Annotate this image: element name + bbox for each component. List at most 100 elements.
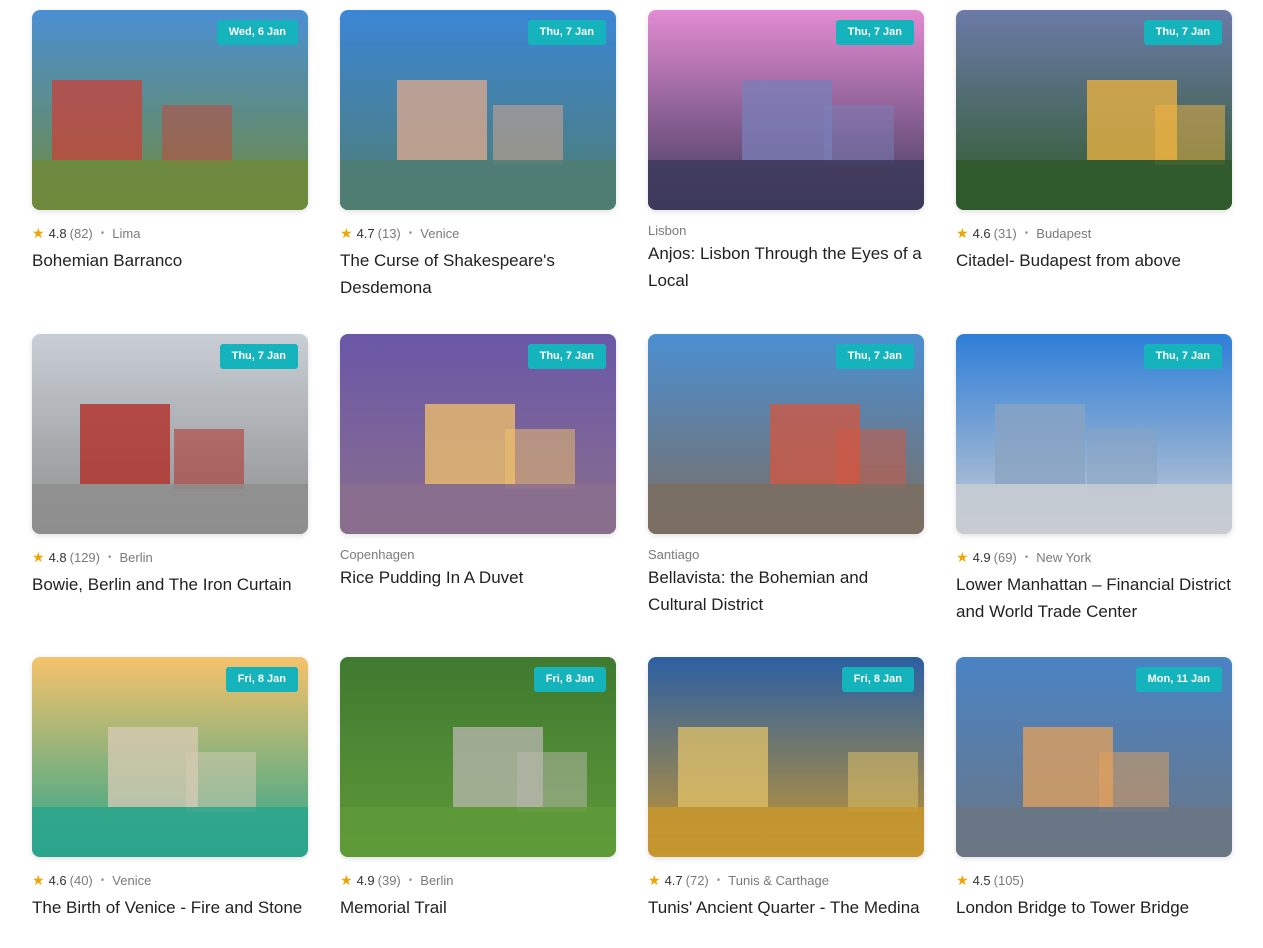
star-icon: ★ <box>340 224 353 241</box>
experience-title[interactable]: Anjos: Lisbon Through the Eyes of a Loca… <box>648 240 924 294</box>
rating-value: 4.8 <box>48 549 67 565</box>
city-label: Santiago <box>648 546 700 562</box>
star-icon: ★ <box>340 871 353 888</box>
date-badge: Thu, 7 Jan <box>1143 20 1222 45</box>
separator-dot: • <box>108 551 112 563</box>
rating-value: 4.6 <box>48 872 67 888</box>
star-icon: ★ <box>956 224 969 241</box>
star-icon: ★ <box>32 548 45 565</box>
experience-title[interactable]: Bellavista: the Bohemian and Cultural Di… <box>648 564 924 618</box>
date-badge: Thu, 7 Jan <box>219 344 298 369</box>
date-badge: Mon, 11 Jan <box>1135 667 1222 692</box>
experience-card-anjos-lisbon-through-the-eyes-of-a-local[interactable]: Thu, 7 Jan Lisbon Anjos: Lisbon Through th… <box>648 10 924 294</box>
experience-card-citadel-budapest-from-above[interactable]: Thu, 7 Jan ★ 4.6 (31) • Budapest Citadel- Buda… <box>956 10 1232 274</box>
experience-photo[interactable]: Thu, 7 Jan <box>648 334 924 534</box>
city-label: Copenhagen <box>340 546 415 562</box>
separator-dot: • <box>1024 227 1029 239</box>
separator-dot: • <box>408 227 413 239</box>
experience-card-tunis-ancient-quarter-the-medina[interactable]: Fri, 8 Jan ★ 4.7 (72) • Tunis & Carthage Tunis… <box>648 657 924 921</box>
experience-card-the-curse-of-shakespeare-s-desdemona[interactable]: Thu, 7 Jan ★ 4.7 (13) • Venice The Curse of Sh… <box>340 10 616 301</box>
experience-meta: ★ 4.8 (82) • Lima <box>32 224 308 242</box>
review-count: (31) <box>993 225 1017 241</box>
experience-photo[interactable]: Thu, 7 Jan <box>956 10 1232 210</box>
experience-title[interactable]: Memorial Trail <box>340 894 616 921</box>
experience-photo[interactable]: Wed, 6 Jan <box>32 10 308 210</box>
experience-title[interactable]: The Birth of Venice - Fire and Stone <box>32 894 308 921</box>
date-badge: Thu, 7 Jan <box>1143 344 1222 369</box>
experience-card-bohemian-barranco[interactable]: Wed, 6 Jan ★ 4.8 (82) • Lima Bohemian Barranco <box>32 10 308 274</box>
experience-card-the-birth-of-venice-fire-and-stone[interactable]: Fri, 8 Jan ★ 4.6 (40) • Venice The Birth of Ve… <box>32 657 308 921</box>
rating-value: 4.6 <box>972 225 991 241</box>
star-icon: ★ <box>648 871 661 888</box>
experience-photo[interactable]: Mon, 11 Jan <box>956 657 1232 857</box>
experience-meta: Copenhagen <box>340 546 616 562</box>
experience-title[interactable]: Lower Manhattan – Financial District and… <box>956 571 1232 625</box>
experience-meta: Santiago <box>648 546 924 562</box>
date-badge: Thu, 7 Jan <box>835 20 914 45</box>
experience-meta: ★ 4.7 (72) • Tunis & Carthage <box>648 871 924 889</box>
experience-card-bowie-berlin-and-the-iron-curtain[interactable]: Thu, 7 Jan ★ 4.8 (129) • Berlin Bowie, Berlin … <box>32 334 308 598</box>
review-count: (69) <box>993 549 1017 565</box>
experience-title[interactable]: Bowie, Berlin and The Iron Curtain <box>32 571 308 598</box>
experience-meta: Lisbon <box>648 222 924 238</box>
experience-photo[interactable]: Fri, 8 Jan <box>340 657 616 857</box>
rating-value: 4.9 <box>356 872 375 888</box>
rating-value: 4.5 <box>972 872 991 888</box>
experience-title[interactable]: London Bridge to Tower Bridge <box>956 894 1232 921</box>
review-count: (105) <box>993 872 1024 888</box>
date-badge: Fri, 8 Jan <box>533 667 606 692</box>
experience-meta: ★ 4.5 (105) <box>956 871 1232 889</box>
date-badge: Fri, 8 Jan <box>225 667 298 692</box>
review-count: (82) <box>69 225 93 241</box>
separator-dot: • <box>716 874 721 886</box>
experience-meta: ★ 4.6 (31) • Budapest <box>956 224 1232 242</box>
experience-photo[interactable]: Thu, 7 Jan <box>648 10 924 210</box>
experience-meta: ★ 4.7 (13) • Venice <box>340 224 616 242</box>
experience-photo[interactable]: Thu, 7 Jan <box>32 334 308 534</box>
experience-card-london-bridge-to-tower-bridge[interactable]: Mon, 11 Jan ★ 4.5 (105) London Bridge to Tow… <box>956 657 1232 921</box>
review-count: (39) <box>377 872 401 888</box>
experience-title[interactable]: Bohemian Barranco <box>32 247 308 274</box>
experience-title[interactable]: Tunis' Ancient Quarter - The Medina <box>648 894 924 921</box>
date-badge: Fri, 8 Jan <box>841 667 914 692</box>
city-label: New York <box>1036 549 1092 565</box>
experience-card-bellavista-the-bohemian-and-cultural-district[interactable]: Thu, 7 Jan Santiago Bellavista: the Bohemi… <box>648 334 924 618</box>
experiences-grid: Wed, 6 Jan ★ 4.8 (82) • Lima Bohemian Barranco… <box>0 0 1263 948</box>
rating-value: 4.9 <box>972 549 991 565</box>
experience-meta: ★ 4.6 (40) • Venice <box>32 871 308 889</box>
city-label: Venice <box>420 225 460 241</box>
experience-title[interactable]: Rice Pudding In A Duvet <box>340 564 616 591</box>
experience-meta: ★ 4.9 (69) • New York <box>956 548 1232 566</box>
star-icon: ★ <box>956 871 969 888</box>
city-label: Lima <box>112 225 141 241</box>
experience-card-memorial-trail[interactable]: Fri, 8 Jan ★ 4.9 (39) • Berlin Memorial Trail <box>340 657 616 921</box>
city-label: Tunis & Carthage <box>728 872 829 888</box>
separator-dot: • <box>408 874 413 886</box>
city-label: Budapest <box>1036 225 1092 241</box>
experience-title[interactable]: Citadel- Budapest from above <box>956 247 1232 274</box>
experience-photo[interactable]: Thu, 7 Jan <box>340 10 616 210</box>
review-count: (13) <box>377 225 401 241</box>
star-icon: ★ <box>32 224 45 241</box>
star-icon: ★ <box>32 871 45 888</box>
experience-photo[interactable]: Thu, 7 Jan <box>340 334 616 534</box>
date-badge: Wed, 6 Jan <box>216 20 298 45</box>
experience-photo[interactable]: Thu, 7 Jan <box>956 334 1232 534</box>
city-label: Venice <box>112 872 152 888</box>
experience-title[interactable]: The Curse of Shakespeare's Desdemona <box>340 247 616 301</box>
experience-photo[interactable]: Fri, 8 Jan <box>648 657 924 857</box>
city-label: Lisbon <box>648 222 687 238</box>
experience-meta: ★ 4.8 (129) • Berlin <box>32 548 308 566</box>
review-count: (40) <box>69 872 93 888</box>
separator-dot: • <box>100 227 105 239</box>
date-badge: Thu, 7 Jan <box>527 20 606 45</box>
separator-dot: • <box>100 874 105 886</box>
rating-value: 4.8 <box>48 225 67 241</box>
star-icon: ★ <box>956 548 969 565</box>
separator-dot: • <box>1024 551 1029 563</box>
experience-card-rice-pudding-in-a-duvet[interactable]: Thu, 7 Jan Copenhagen Rice Pudding In A Du… <box>340 334 616 591</box>
experience-card-lower-manhattan-financial-district-and-world-trade-center[interactable]: Thu, 7 Jan ★ 4.9 (69) • New York Lower Manhatt… <box>956 334 1232 625</box>
date-badge: Thu, 7 Jan <box>527 344 606 369</box>
date-badge: Thu, 7 Jan <box>835 344 914 369</box>
experience-photo[interactable]: Fri, 8 Jan <box>32 657 308 857</box>
